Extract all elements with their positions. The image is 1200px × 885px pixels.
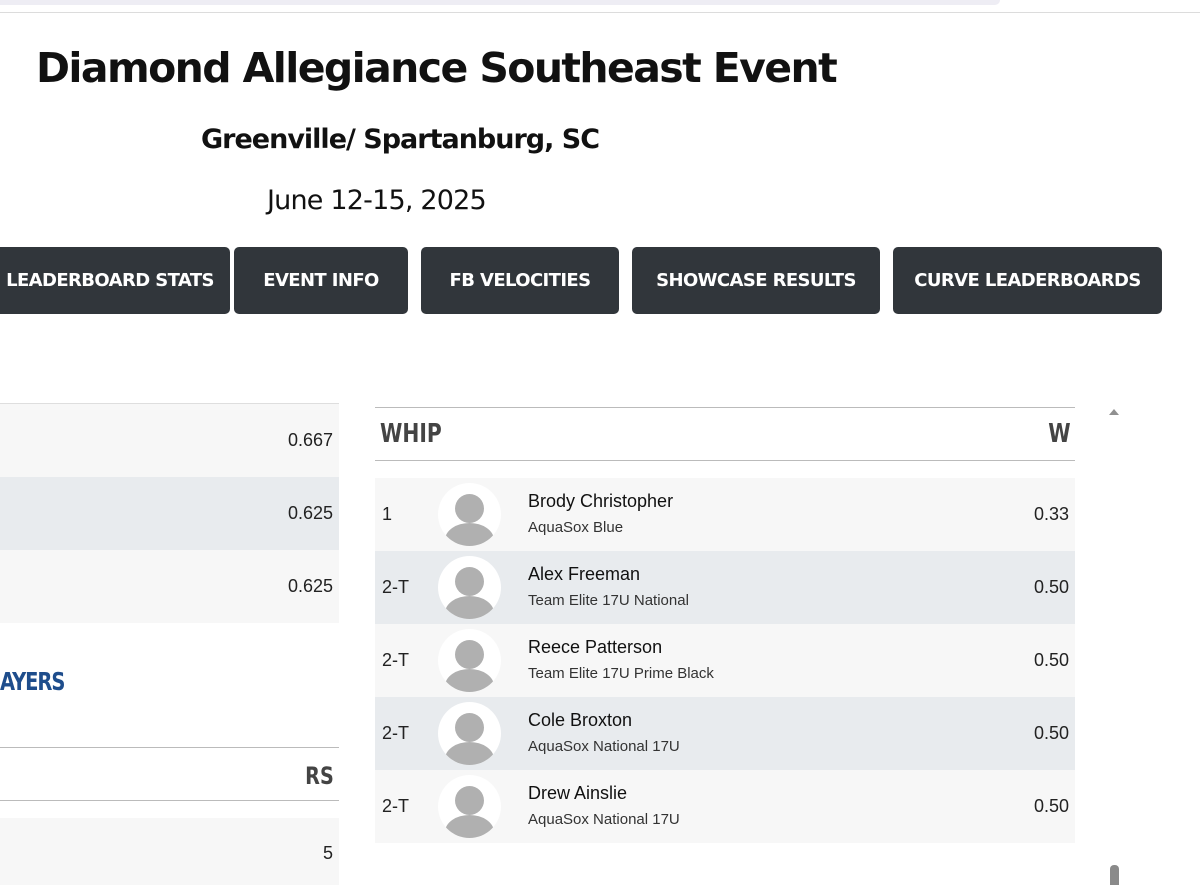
- scrollbar-thumb[interactable]: [1110, 865, 1119, 885]
- leaderboard-row[interactable]: 2-T Reece Patterson Team Elite 17U Prime…: [375, 624, 1075, 697]
- leaderboard-row[interactable]: 2-T Drew Ainslie AquaSox National 17U 0.…: [375, 770, 1075, 843]
- leaderboard-row[interactable]: 1 Brody Christopher AquaSox Blue 0.33: [375, 478, 1075, 551]
- player-team: Team Elite 17U National: [528, 592, 689, 609]
- player-team: Team Elite 17U Prime Black: [528, 665, 714, 682]
- browser-top-strip: [0, 0, 1000, 5]
- leaderboard-head-rule: [375, 460, 1075, 461]
- page: Diamond Allegiance Southeast Event Green…: [0, 0, 1200, 885]
- fb-velocities-button[interactable]: FB VELOCITIES: [421, 247, 619, 314]
- player-rank: 2-T: [382, 650, 409, 670]
- player-stat-value: 0.50: [1033, 650, 1069, 670]
- left-table-head-bottom-rule: [0, 800, 339, 801]
- showcase-results-button-label: SHOWCASE RESULTS: [656, 270, 856, 291]
- leaderboard-column-header: W: [1048, 419, 1071, 449]
- player-rank: 2-T: [382, 577, 409, 597]
- player-stat-value: 0.50: [1033, 796, 1069, 816]
- event-location: Greenville/ Spartanburg, SC: [201, 124, 600, 155]
- left-row-value: 5: [322, 842, 333, 863]
- user-placeholder-icon: [438, 556, 501, 619]
- fb-velocities-button-label: FB VELOCITIES: [449, 270, 592, 291]
- user-placeholder-icon: [438, 775, 501, 838]
- scrollbar-track[interactable]: [1104, 420, 1122, 885]
- leaderboard-stat-title: WHIP: [380, 419, 442, 449]
- left-table-row: 0.667: [0, 404, 339, 477]
- left-column-header: RS: [305, 762, 334, 790]
- top-divider: [0, 12, 1200, 13]
- leaderboard-stats-button-label: LEADERBOARD STATS: [6, 270, 214, 291]
- leaderboard-row[interactable]: 2-T Cole Broxton AquaSox National 17U 0.…: [375, 697, 1075, 770]
- player-stat-value: 0.50: [1033, 577, 1069, 597]
- user-placeholder-icon: [438, 629, 501, 692]
- event-dates: June 12-15, 2025: [267, 185, 487, 216]
- left-table-row: 0.625: [0, 477, 339, 550]
- player-team: AquaSox Blue: [528, 519, 624, 536]
- showcase-results-button[interactable]: SHOWCASE RESULTS: [632, 247, 880, 314]
- user-placeholder-icon: [438, 702, 501, 765]
- left-table-row: 5: [0, 818, 339, 885]
- player-name[interactable]: Alex Freeman: [528, 564, 640, 585]
- event-title: Diamond Allegiance Southeast Event: [36, 44, 838, 92]
- left-section-heading[interactable]: AYERS: [0, 667, 65, 696]
- player-name[interactable]: Reece Patterson: [528, 637, 662, 658]
- event-info-button[interactable]: EVENT INFO: [234, 247, 408, 314]
- player-name[interactable]: Brody Christopher: [528, 491, 673, 512]
- player-stat-value: 0.33: [1033, 504, 1069, 524]
- curve-leaderboards-button-label: CURVE LEADERBOARDS: [914, 270, 1141, 291]
- left-row-value: 0.625: [287, 576, 333, 596]
- leaderboard-top-rule: [375, 407, 1075, 408]
- left-table-row: 0.625: [0, 550, 339, 623]
- player-rank: 1: [382, 504, 393, 524]
- player-rank: 2-T: [382, 796, 409, 816]
- player-name[interactable]: Drew Ainslie: [528, 783, 627, 804]
- player-team: AquaSox National 17U: [528, 811, 680, 828]
- left-row-value: 0.625: [287, 503, 333, 523]
- player-name[interactable]: Cole Broxton: [528, 710, 632, 731]
- leaderboard-row[interactable]: 2-T Alex Freeman Team Elite 17U National…: [375, 551, 1075, 624]
- player-stat-value: 0.50: [1033, 723, 1069, 743]
- left-row-value: 0.667: [287, 430, 333, 450]
- player-rank: 2-T: [382, 723, 409, 743]
- leaderboard-stats-button[interactable]: LEADERBOARD STATS: [0, 247, 230, 314]
- scroll-up-arrow-icon[interactable]: [1109, 409, 1119, 415]
- user-placeholder-icon: [438, 483, 501, 546]
- event-info-button-label: EVENT INFO: [263, 270, 379, 291]
- left-table-head-top-rule: [0, 747, 339, 748]
- player-team: AquaSox National 17U: [528, 738, 680, 755]
- curve-leaderboards-button[interactable]: CURVE LEADERBOARDS: [893, 247, 1162, 314]
